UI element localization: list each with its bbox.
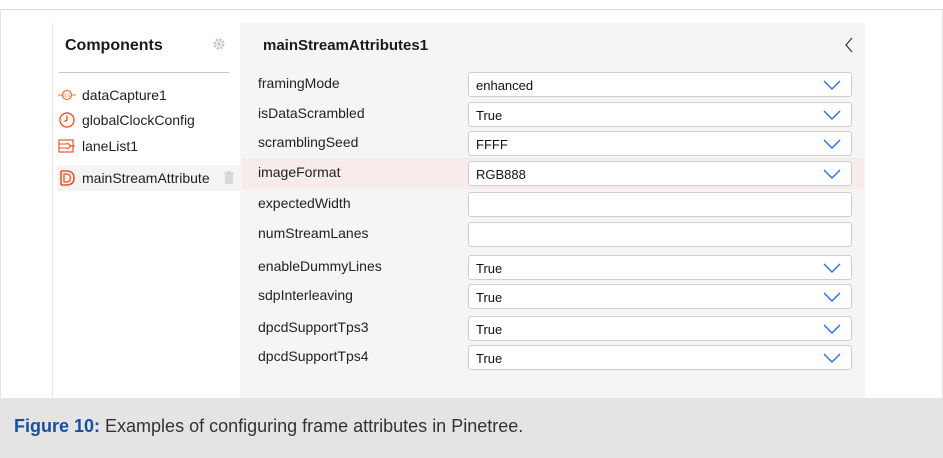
attribute-row: dpcdSupportTps3 True [242,313,864,344]
attribute-dropdown[interactable]: True [468,345,852,370]
component-item-lanelist[interactable]: laneList1 [57,133,241,159]
attribute-value: True [476,322,503,337]
clock-icon [57,111,77,129]
caption-bar: Figure 10: Examples of configuring frame… [0,398,943,458]
attribute-value: True [476,351,503,366]
figure-frame: Components 0|1 dataCapture1 globalClockC… [0,0,943,458]
attribute-row: numStreamLanes [242,219,864,250]
attributes-title: mainStreamAttributes1 [263,37,429,54]
attribute-dropdown[interactable]: True [468,316,852,341]
stream-attributes-icon [57,169,77,187]
app-window: Components 0|1 dataCapture1 globalClockC… [52,23,865,398]
attribute-value: RGB888 [476,167,526,182]
attribute-row: scramblingSeed FFFF [242,128,864,159]
left-rule [0,9,1,398]
attribute-label: dpcdSupportTps4 [258,348,369,364]
attribute-dropdown[interactable]: True [468,255,852,280]
attribute-label: numStreamLanes [258,225,369,241]
chevron-down-icon[interactable] [823,168,841,180]
attribute-label: dpcdSupportTps3 [258,319,369,335]
data-capture-icon: 0|1 [57,86,77,104]
svg-text:0|1: 0|1 [63,93,70,99]
attribute-label: framingMode [258,75,340,91]
trash-icon[interactable] [223,171,235,185]
chevron-down-icon[interactable] [823,109,841,121]
chevron-down-icon[interactable] [823,323,841,335]
component-label: dataCapture1 [82,87,167,103]
attribute-value: True [476,290,503,305]
top-rule [0,9,943,10]
figure-number: Figure 10: [14,416,101,436]
chevron-down-icon[interactable] [823,79,841,91]
gear-icon[interactable] [212,37,226,51]
attribute-input[interactable] [468,192,852,217]
components-divider [59,72,229,73]
lane-list-icon [57,137,77,155]
component-label: laneList1 [82,138,139,154]
chevron-down-icon[interactable] [823,138,841,150]
attribute-row: expectedWidth [242,189,864,220]
figure-caption: Figure 10: Examples of configuring frame… [14,416,523,437]
attributes-panel: mainStreamAttributes1 framingMode enhance… [240,23,865,398]
attribute-value: enhanced [476,78,534,93]
attribute-dropdown[interactable]: enhanced [468,72,852,97]
component-label: mainStreamAttribute [82,170,210,186]
attribute-row: framingMode enhanced [242,69,864,100]
chevron-down-icon[interactable] [823,262,841,274]
attribute-value: True [476,108,503,123]
attribute-label: isDataScrambled [258,105,365,121]
attribute-value: FFFF [476,137,508,152]
component-item-datacapture[interactable]: 0|1 dataCapture1 [57,82,241,108]
components-panel: Components 0|1 dataCapture1 globalClockC… [52,23,241,398]
component-label: globalClockConfig [82,112,195,128]
attribute-label: expectedWidth [258,195,351,211]
attribute-row: imageFormat RGB888 [242,158,864,189]
attribute-label: scramblingSeed [258,134,359,150]
attribute-dropdown[interactable]: RGB888 [468,161,852,186]
attribute-value: True [476,261,503,276]
attribute-label: imageFormat [258,164,341,180]
components-header: Components [65,37,163,54]
attribute-label: sdpInterleaving [258,287,353,303]
attribute-row: dpcdSupportTps4 True [242,342,864,373]
component-item-globalclockconfig[interactable]: globalClockConfig [57,107,241,133]
attribute-dropdown[interactable]: FFFF [468,131,852,156]
chevron-down-icon[interactable] [823,352,841,364]
attribute-label: enableDummyLines [258,258,382,274]
caption-text: Examples of configuring frame attributes… [100,416,524,436]
attribute-dropdown[interactable]: True [468,284,852,309]
chevron-left-icon[interactable] [842,36,856,54]
attribute-input[interactable] [468,222,852,247]
attribute-dropdown[interactable]: True [468,102,852,127]
component-item-mainstreamattributes[interactable]: mainStreamAttribute [57,165,241,191]
attribute-row: isDataScrambled True [242,99,864,130]
attribute-row: enableDummyLines True [242,252,864,283]
attribute-row: sdpInterleaving True [242,281,864,312]
chevron-down-icon[interactable] [823,291,841,303]
